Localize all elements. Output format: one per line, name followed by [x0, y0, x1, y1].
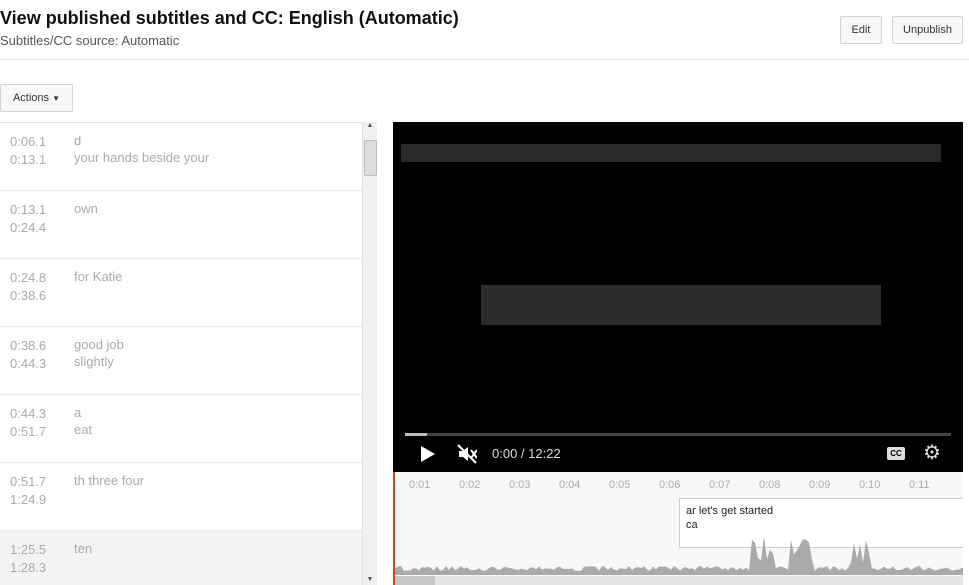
- timeline-scrollbar[interactable]: [395, 576, 963, 585]
- caption-text: own: [74, 201, 98, 216]
- timeline-tick-label: 0:05: [609, 479, 630, 491]
- unpublish-button[interactable]: Unpublish: [892, 16, 963, 44]
- caption-time: 0:06.1: [10, 134, 46, 149]
- timeline-scrollbar-thumb[interactable]: [395, 576, 435, 585]
- caption-row[interactable]: 0:38.6 0:44.3 good job slightly: [0, 327, 362, 395]
- caption-text: ten: [74, 541, 92, 556]
- timeline-tick-label: 0:07: [709, 479, 730, 491]
- edit-button[interactable]: Edit: [840, 16, 882, 44]
- audio-waveform: [395, 525, 963, 575]
- scroll-down-icon[interactable]: ▼: [363, 576, 377, 583]
- actions-label: Actions: [13, 92, 49, 104]
- caption-text: d: [74, 133, 81, 148]
- caption-text: for Katie: [74, 269, 122, 284]
- actions-dropdown[interactable]: Actions ▼: [0, 84, 73, 112]
- scrollbar[interactable]: ▲ ▼: [362, 122, 377, 585]
- timeline-tick-label: 0:06: [659, 479, 680, 491]
- caption-time: 0:13.1: [10, 202, 46, 217]
- caption-time: 0:51.7: [10, 474, 46, 489]
- caption-time: 0:44.3: [10, 356, 46, 371]
- caption-time: 0:38.6: [10, 338, 46, 353]
- page-subtitle: Subtitles/CC source: Automatic: [0, 33, 179, 48]
- timeline-tick-label: 0:11: [909, 479, 930, 491]
- video-player[interactable]: 0:00 / 12:22 CC ⚙: [393, 122, 963, 472]
- caption-time: 0:44.3: [10, 406, 46, 421]
- timeline-tick-label: 0:01: [409, 479, 430, 491]
- caption-text: a: [74, 405, 81, 420]
- caption-time: 0:38.6: [10, 288, 46, 303]
- caption-text: good job: [74, 337, 124, 352]
- waveform-timeline[interactable]: ar let's get started ca 0:01 0:02 0:03 0:04…: [393, 472, 963, 585]
- caption-row[interactable]: 0:51.7 1:24.9 th three four: [0, 463, 362, 531]
- caption-row[interactable]: 1:25.5 1:28.3 ten: [0, 531, 362, 585]
- waveform-path: [395, 536, 963, 575]
- caption-time: 1:25.5: [10, 542, 46, 557]
- caption-time: 1:28.3: [10, 560, 46, 575]
- cc-icon[interactable]: CC: [887, 447, 905, 460]
- caption-text: slightly: [74, 354, 114, 369]
- timeline-caption-line: ar let's get started: [686, 504, 962, 518]
- scrollbar-thumb[interactable]: [364, 140, 377, 176]
- caption-list: 0:06.1 0:13.1 d your hands beside your 0:13.…: [0, 122, 362, 585]
- caption-time: 0:13.1: [10, 152, 46, 167]
- blurred-video-text: [481, 285, 881, 325]
- time-display: 0:00 / 12:22: [492, 446, 561, 461]
- caption-time: 1:24.9: [10, 492, 46, 507]
- timeline-tick-label: 0:02: [459, 479, 480, 491]
- scroll-up-icon[interactable]: ▲: [363, 122, 377, 129]
- timeline-tick-label: 0:10: [859, 479, 880, 491]
- timeline-tick-label: 0:04: [559, 479, 580, 491]
- play-icon[interactable]: [421, 446, 435, 462]
- caption-text: your hands beside your: [74, 150, 209, 165]
- settings-gear-icon[interactable]: ⚙: [923, 440, 941, 465]
- timeline-tick-label: 0:03: [509, 479, 530, 491]
- timeline-tick-label: 0:09: [809, 479, 830, 491]
- mute-icon[interactable]: [457, 444, 477, 464]
- divider: [0, 59, 969, 60]
- caption-row[interactable]: 0:44.3 0:51.7 a eat: [0, 395, 362, 463]
- caption-row[interactable]: 0:24.8 0:38.6 for Katie: [0, 259, 362, 327]
- caption-text: th three four: [74, 473, 144, 488]
- progress-bar[interactable]: [405, 433, 951, 436]
- caption-time: 0:24.8: [10, 270, 46, 285]
- page-title: View published subtitles and CC: English…: [0, 8, 459, 29]
- blurred-caption-overlay: [401, 144, 941, 162]
- caption-row[interactable]: 0:13.1 0:24.4 own: [0, 191, 362, 259]
- caption-time: 0:24.4: [10, 220, 46, 235]
- caption-time: 0:51.7: [10, 424, 46, 439]
- caret-down-icon: ▼: [52, 94, 60, 103]
- timeline-tick-label: 0:08: [759, 479, 780, 491]
- caption-row[interactable]: 0:06.1 0:13.1 d your hands beside your: [0, 123, 362, 191]
- caption-text: eat: [74, 422, 92, 437]
